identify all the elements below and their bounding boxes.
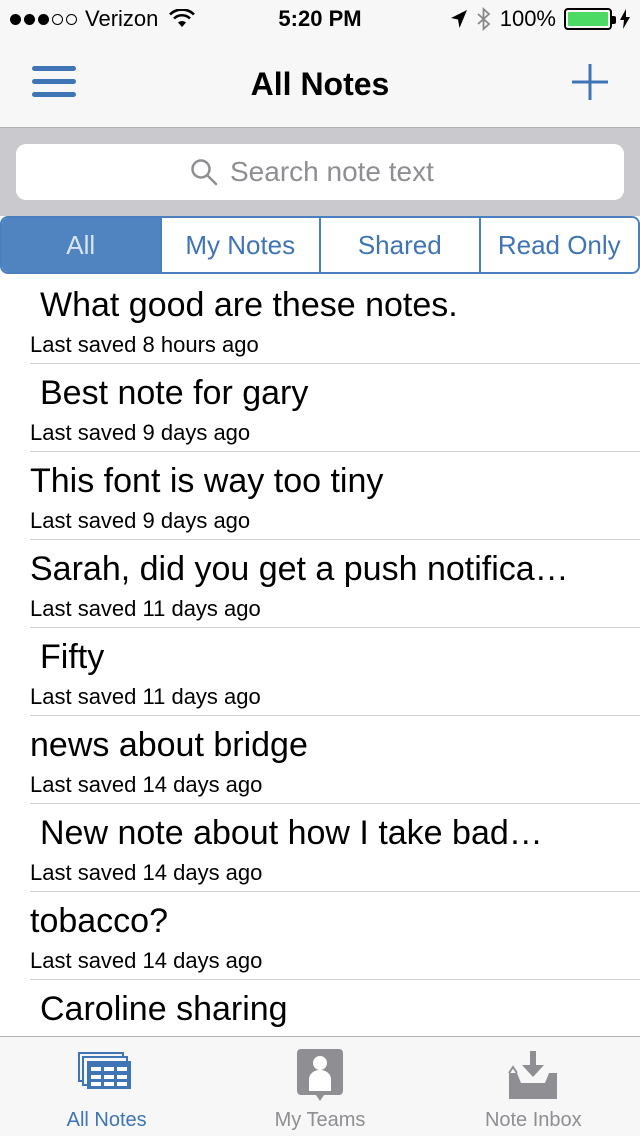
note-last-saved: Last saved 14 days ago bbox=[30, 860, 263, 885]
tab-my-teams[interactable]: My Teams bbox=[213, 1037, 426, 1136]
search-icon bbox=[191, 159, 218, 186]
tab-label: Note Inbox bbox=[484, 1109, 582, 1131]
tab-label: My Teams bbox=[274, 1109, 366, 1131]
segment-my-notes[interactable]: My Notes bbox=[161, 218, 321, 272]
filter-segmented-control: All My Notes Shared Read Only bbox=[0, 216, 640, 274]
status-right: 100% bbox=[450, 6, 630, 32]
note-title: Best note for gary bbox=[40, 374, 309, 412]
battery-icon bbox=[564, 8, 616, 30]
note-title: Fifty bbox=[40, 638, 105, 676]
note-last-saved: Last saved 9 days ago bbox=[30, 420, 251, 445]
bluetooth-icon bbox=[477, 7, 491, 31]
note-last-saved: Last saved 9 days ago bbox=[30, 508, 251, 533]
plus-icon[interactable] bbox=[570, 62, 610, 102]
note-row[interactable]: Caroline sharing bbox=[30, 980, 640, 1036]
search-input[interactable] bbox=[230, 156, 450, 188]
charging-bolt-icon bbox=[620, 9, 630, 29]
tab-note-inbox[interactable]: Note Inbox bbox=[427, 1037, 640, 1136]
segment-all[interactable]: All bbox=[2, 218, 162, 272]
inbox-tray-icon bbox=[508, 1051, 558, 1099]
status-bar: Verizon 5:20 PM 100% bbox=[0, 0, 640, 40]
page-title: All Notes bbox=[250, 66, 390, 102]
note-last-saved: Last saved 11 days ago bbox=[30, 596, 261, 621]
note-row[interactable]: news about bridge Last saved 14 days ago bbox=[30, 716, 640, 804]
segment-read-only[interactable]: Read Only bbox=[480, 218, 638, 272]
tab-all-notes[interactable]: All Notes bbox=[0, 1037, 213, 1136]
note-last-saved: Last saved 14 days ago bbox=[30, 948, 263, 973]
location-arrow-icon bbox=[450, 10, 467, 28]
note-row[interactable]: New note about how I take bad… Last save… bbox=[30, 804, 640, 892]
notes-stack-icon bbox=[77, 1052, 131, 1089]
note-row[interactable]: tobacco? Last saved 14 days ago bbox=[30, 892, 640, 980]
search-box[interactable] bbox=[16, 144, 624, 200]
nav-bar: All Notes bbox=[0, 40, 640, 128]
note-row[interactable]: Fifty Last saved 11 days ago bbox=[30, 628, 640, 716]
note-title: Sarah, did you get a push notifica… bbox=[30, 550, 569, 588]
search-bar bbox=[0, 128, 640, 216]
note-row[interactable]: This font is way too tiny Last saved 9 d… bbox=[30, 452, 640, 540]
person-badge-icon bbox=[296, 1049, 343, 1101]
note-last-saved: Last saved 11 days ago bbox=[30, 684, 261, 709]
tab-bar: All Notes My Teams Note Inbox bbox=[0, 1036, 640, 1136]
note-title: New note about how I take bad… bbox=[40, 814, 543, 852]
tab-label: All Notes bbox=[66, 1109, 147, 1131]
note-last-saved: Last saved 8 hours ago bbox=[30, 332, 259, 357]
note-last-saved: Last saved 14 days ago bbox=[30, 772, 263, 797]
note-title: news about bridge bbox=[30, 726, 308, 764]
note-row[interactable]: Best note for gary Last saved 9 days ago bbox=[30, 364, 640, 452]
note-row[interactable]: Sarah, did you get a push notifica… Last… bbox=[30, 540, 640, 628]
note-title: Caroline sharing bbox=[40, 990, 288, 1028]
note-title: tobacco? bbox=[30, 902, 168, 940]
segment-shared[interactable]: Shared bbox=[321, 218, 481, 272]
notes-list: What good are these notes. Last saved 8 … bbox=[0, 276, 640, 1036]
note-title: This font is way too tiny bbox=[30, 462, 384, 500]
note-row[interactable]: What good are these notes. Last saved 8 … bbox=[30, 276, 640, 364]
battery-percent: 100% bbox=[499, 6, 556, 31]
note-title: What good are these notes. bbox=[40, 286, 458, 324]
